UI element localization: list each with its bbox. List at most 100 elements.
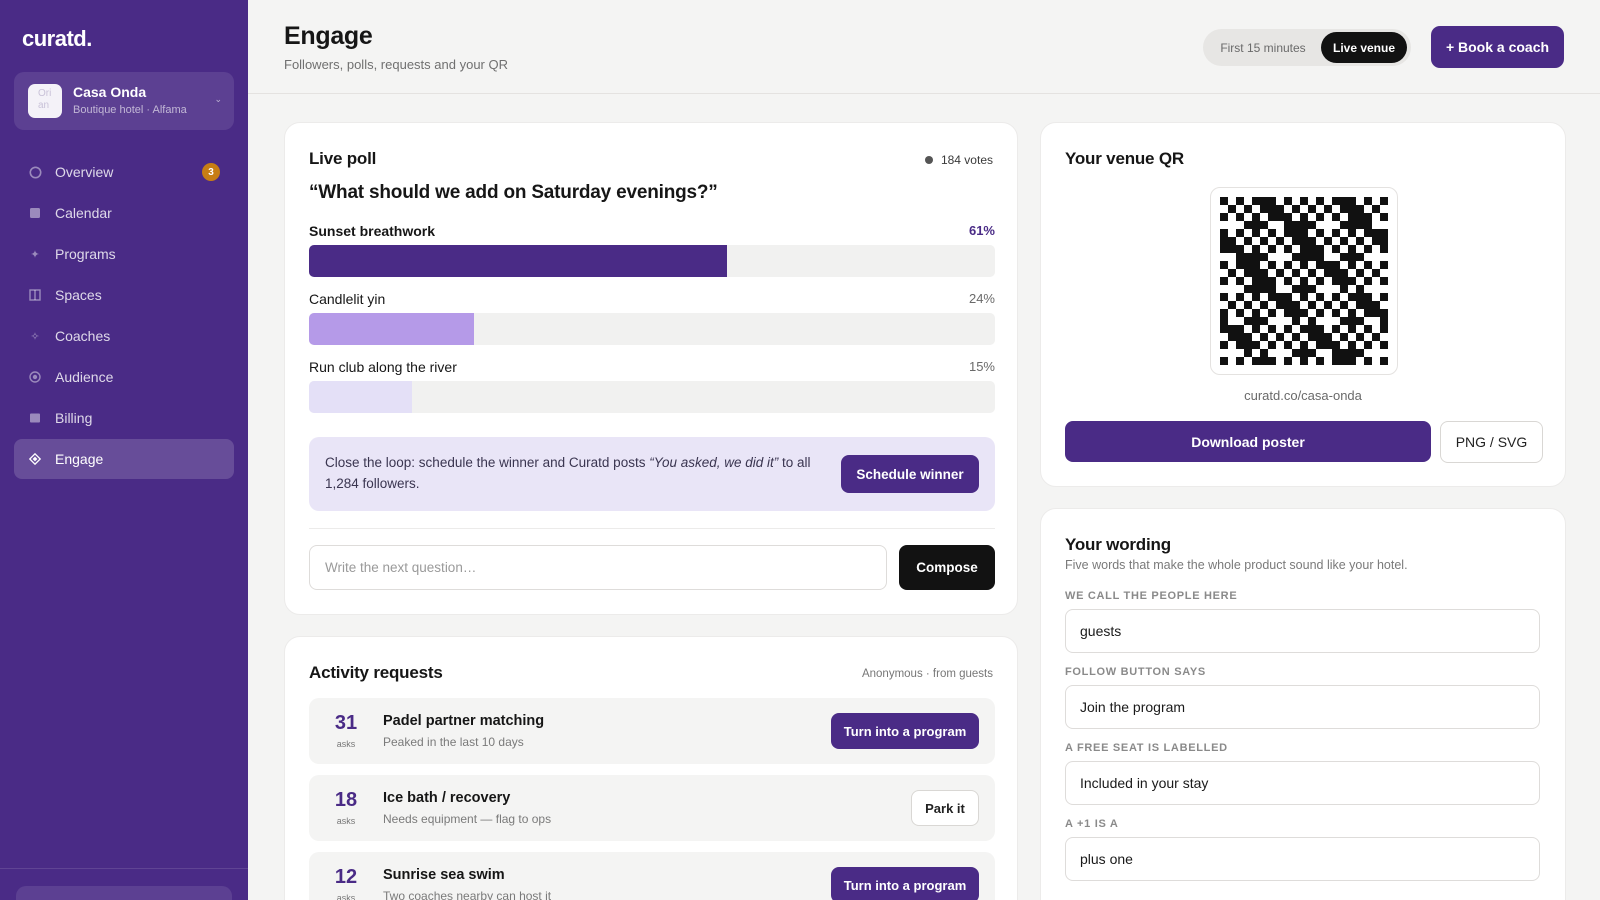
people-term-input[interactable] — [1065, 609, 1540, 653]
sidebar-item-audience[interactable]: Audience — [14, 357, 234, 397]
venue-switcher[interactable]: Ori an Casa Onda Boutique hotel · Alfama… — [14, 72, 234, 130]
field-label: A +1 IS A — [1065, 818, 1119, 830]
sidebar-item-billing[interactable]: Billing — [14, 398, 234, 438]
download-poster-button[interactable]: Download poster — [1065, 421, 1431, 462]
spaces-grid-icon — [28, 288, 42, 302]
sidebar-item-engage[interactable]: Engage — [14, 439, 234, 479]
coaches-diamond-icon: ✧ — [30, 330, 40, 343]
request-row: 31 asks Padel partner matching Peaked in… — [309, 698, 995, 764]
close-loop-callout: Close the loop: schedule the winner and … — [309, 437, 995, 511]
field-label: A FREE SEAT IS LABELLED — [1065, 742, 1228, 754]
mode-option-live-venue[interactable]: Live venue — [1321, 32, 1407, 63]
field-label: FOLLOW BUTTON SAYS — [1065, 666, 1206, 678]
qr-code — [1210, 187, 1398, 375]
sidebar-item-coaches[interactable]: ✧ Coaches — [14, 316, 234, 356]
vote-count-label: 184 votes — [940, 153, 993, 167]
venue-subtitle: Boutique hotel · Alfama — [73, 104, 187, 116]
venue-avatar: Ori an — [28, 84, 62, 118]
page-title: Engage — [284, 22, 373, 50]
sidebar-item-label: Engage — [55, 451, 104, 467]
poll-option-bar-fill — [309, 313, 474, 345]
poll-option-percent: 61% — [968, 223, 995, 238]
poll-option-label: Run club along the river — [309, 359, 457, 375]
sidebar-item-programs[interactable]: ✦ Programs — [14, 234, 234, 274]
billing-icon — [28, 411, 42, 425]
sidebar-item-label: Calendar — [55, 205, 112, 221]
format-png-svg-button[interactable]: PNG / SVG — [1440, 421, 1543, 463]
divider — [309, 528, 995, 529]
notification-badge: 3 — [202, 163, 220, 181]
park-it-button[interactable]: Park it — [911, 790, 979, 826]
free-seat-label-input[interactable] — [1065, 761, 1540, 805]
sidebar-item-label: Programs — [55, 246, 116, 262]
sidebar-footer-card[interactable] — [16, 886, 232, 900]
vote-count: 184 votes — [924, 153, 993, 167]
overview-circle-icon — [28, 165, 42, 179]
mode-option-first-15-minutes[interactable]: First 15 minutes — [1207, 32, 1319, 63]
request-count-unit: asks — [336, 816, 356, 826]
app-logo[interactable]: curatd. — [22, 26, 92, 52]
sidebar-divider — [0, 868, 248, 869]
engage-diamond-icon — [28, 452, 42, 466]
poll-option-bar-fill — [309, 381, 412, 413]
turn-into-program-button[interactable]: Turn into a program — [831, 867, 979, 900]
poll-option-label: Sunset breathwork — [309, 223, 436, 239]
venue-qr-title: Your venue QR — [1065, 149, 1184, 168]
sidebar-item-calendar[interactable]: Calendar — [14, 193, 234, 233]
field-label: WE CALL THE PEOPLE HERE — [1065, 590, 1238, 602]
request-count-unit: asks — [336, 893, 356, 900]
sidebar-item-label: Coaches — [55, 328, 111, 344]
request-title: Sunrise sea swim — [383, 867, 505, 883]
audience-icon — [28, 370, 42, 384]
schedule-winner-button[interactable]: Schedule winner — [841, 455, 979, 493]
page-header: Engage Followers, polls, requests and yo… — [248, 0, 1600, 94]
request-row: 12 asks Sunrise sea swim Two coaches nea… — [309, 852, 995, 900]
poll-option-bar-track — [309, 313, 995, 345]
venue-name: Casa Onda — [73, 84, 147, 100]
poll-option-bar-track — [309, 245, 995, 277]
next-question-input[interactable] — [309, 545, 887, 590]
plus-one-term-input[interactable] — [1065, 837, 1540, 881]
requests-meta: Anonymous · from guests — [861, 668, 993, 680]
programs-sparkle-icon: ✦ — [30, 248, 40, 261]
live-poll-card: Live poll 184 votes “What should we add … — [284, 122, 1018, 615]
sidebar-nav: Overview 3 Calendar ✦ Programs Spaces ✧ … — [14, 152, 234, 480]
chevron-down-icon: ⌄ — [214, 94, 222, 104]
sidebar-item-label: Overview — [55, 164, 114, 180]
sidebar-item-label: Audience — [55, 369, 114, 385]
sidebar: curatd. Ori an Casa Onda Boutique hotel … — [0, 0, 248, 900]
request-subtitle: Needs equipment — flag to ops — [383, 812, 552, 826]
venue-qr-card: Your venue QR curatd.co/casa-onda Downlo… — [1040, 122, 1566, 487]
close-loop-text: Close the loop: schedule the winner and … — [325, 455, 811, 491]
page-subtitle: Followers, polls, requests and your QR — [284, 57, 508, 72]
activity-requests-card: Activity requests Anonymous · from guest… — [284, 636, 1018, 900]
live-poll-title: Live poll — [309, 149, 377, 168]
book-coach-button[interactable]: + Book a coach — [1431, 26, 1564, 68]
request-title: Padel partner matching — [383, 713, 545, 729]
qr-url: curatd.co/casa-onda — [1244, 388, 1362, 403]
mode-toggle: First 15 minutes Live venue — [1203, 29, 1411, 66]
sidebar-item-label: Spaces — [55, 287, 102, 303]
poll-option-bar-fill — [309, 245, 728, 277]
poll-option-label: Candlelit yin — [309, 291, 386, 307]
request-count: 18 — [334, 789, 358, 811]
request-count: 12 — [334, 866, 358, 888]
wording-title: Your wording — [1065, 535, 1171, 554]
sidebar-item-spaces[interactable]: Spaces — [14, 275, 234, 315]
poll-option-percent: 24% — [968, 291, 995, 306]
sidebar-item-label: Billing — [55, 410, 93, 426]
activity-requests-title: Activity requests — [309, 663, 443, 682]
poll-option-bar-track — [309, 381, 995, 413]
poll-question: “What should we add on Saturday evenings… — [309, 182, 718, 203]
calendar-icon — [28, 206, 42, 220]
wording-card: Your wording Five words that make the wh… — [1040, 508, 1566, 900]
follow-button-text-input[interactable] — [1065, 685, 1540, 729]
compose-button[interactable]: Compose — [899, 545, 995, 590]
live-dot-icon — [924, 156, 933, 164]
sidebar-item-overview[interactable]: Overview 3 — [14, 152, 234, 192]
qr-code-icon — [1220, 197, 1388, 365]
turn-into-program-button[interactable]: Turn into a program — [831, 713, 979, 749]
request-row: 18 asks Ice bath / recovery Needs equipm… — [309, 775, 995, 841]
wording-subtitle: Five words that make the whole product s… — [1065, 558, 1408, 572]
request-subtitle: Peaked in the last 10 days — [383, 735, 524, 749]
